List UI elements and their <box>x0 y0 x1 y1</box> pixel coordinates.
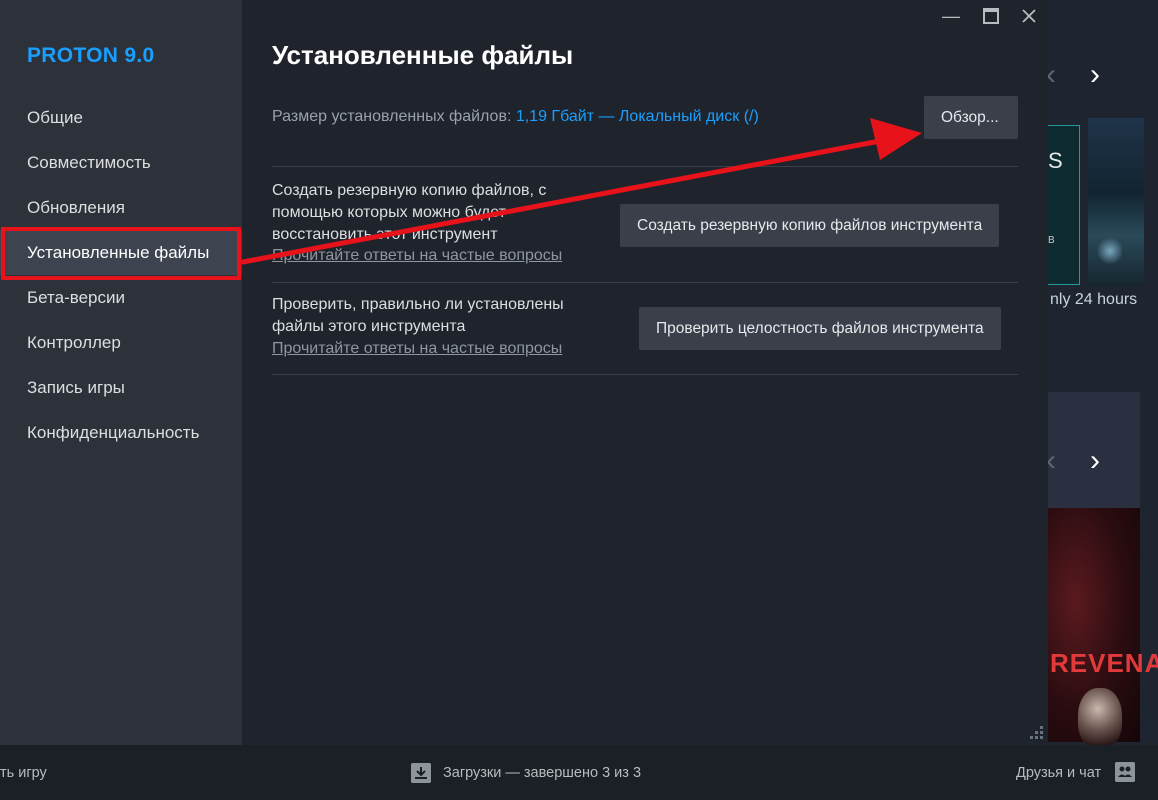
backup-faq-link[interactable]: Прочитайте ответы на частые вопросы <box>272 247 562 265</box>
background-library: S B nly 24 hours REVENA <box>1048 0 1158 745</box>
backup-description-line3: восстановить этот инструмент <box>272 226 498 243</box>
background-game-card[interactable] <box>1088 118 1144 286</box>
background-game-card-text: S <box>1048 148 1063 173</box>
friends-icon[interactable] <box>1115 762 1135 782</box>
app-title: PROTON 9.0 <box>27 44 155 67</box>
section-divider <box>272 282 1018 283</box>
sidebar-item-general[interactable]: Общие <box>0 95 242 140</box>
sidebar-item-updates[interactable]: Обновления <box>0 185 242 230</box>
sidebar-item-privacy[interactable]: Конфиденциальность <box>0 410 242 455</box>
background-card-label: nly 24 hours <box>1050 291 1138 308</box>
section-divider <box>272 374 1018 375</box>
section-divider <box>272 166 1018 167</box>
page-title: Установленные файлы <box>272 40 574 70</box>
maximize-icon[interactable] <box>976 4 1006 30</box>
sidebar-item-installed-files[interactable]: Установленные файлы <box>0 230 242 275</box>
installed-size-line: Размер установленных файлов: 1,19 Гбайт … <box>272 108 759 126</box>
resize-grip-icon[interactable] <box>1026 724 1046 744</box>
background-art <box>1098 236 1122 266</box>
installed-size-value[interactable]: 1,19 Гбайт — Локальный диск (/) <box>516 108 759 125</box>
friends-chat-button[interactable]: Друзья и чат <box>1016 765 1101 781</box>
downloads-status[interactable]: Загрузки — завершено 3 из 3 <box>443 765 641 781</box>
chevron-right-icon[interactable]: › <box>1090 60 1100 90</box>
close-icon[interactable] <box>1014 4 1044 30</box>
backup-files-button[interactable]: Создать резервную копию файлов инструмен… <box>620 204 1000 247</box>
sidebar-item-game-recording[interactable]: Запись игры <box>0 365 242 410</box>
minimize-icon[interactable]: — <box>936 4 966 28</box>
sidebar-item-betas[interactable]: Бета-версии <box>0 275 242 320</box>
add-game-link[interactable]: ть игру <box>0 765 47 781</box>
backup-description-line1: Создать резервную копию файлов, с <box>272 182 547 199</box>
sidebar-item-compatibility[interactable]: Совместимость <box>0 140 242 185</box>
background-art <box>1078 688 1122 745</box>
backup-description-line2: помощью которых можно будет <box>272 204 506 221</box>
verify-description-line2: файлы этого инструмента <box>272 318 466 335</box>
installed-size-label: Размер установленных файлов: <box>272 108 516 125</box>
verify-faq-link[interactable]: Прочитайте ответы на частые вопросы <box>272 340 562 358</box>
background-game-card[interactable] <box>1048 508 1140 745</box>
sidebar-item-controller[interactable]: Контроллер <box>0 320 242 365</box>
verify-description-line1: Проверить, правильно ли установлены <box>272 296 564 313</box>
browse-button[interactable]: Обзор... <box>924 96 1018 139</box>
download-icon[interactable] <box>411 763 431 783</box>
background-game-card-text: REVENA <box>1050 648 1158 678</box>
settings-sidebar: PROTON 9.0 Общие Совместимость Обновлени… <box>0 0 242 745</box>
chevron-right-icon[interactable]: › <box>1090 446 1100 476</box>
verify-integrity-button[interactable]: Проверить целостность файлов инструмента <box>639 307 1001 350</box>
background-game-card-mark: B <box>1048 235 1055 246</box>
